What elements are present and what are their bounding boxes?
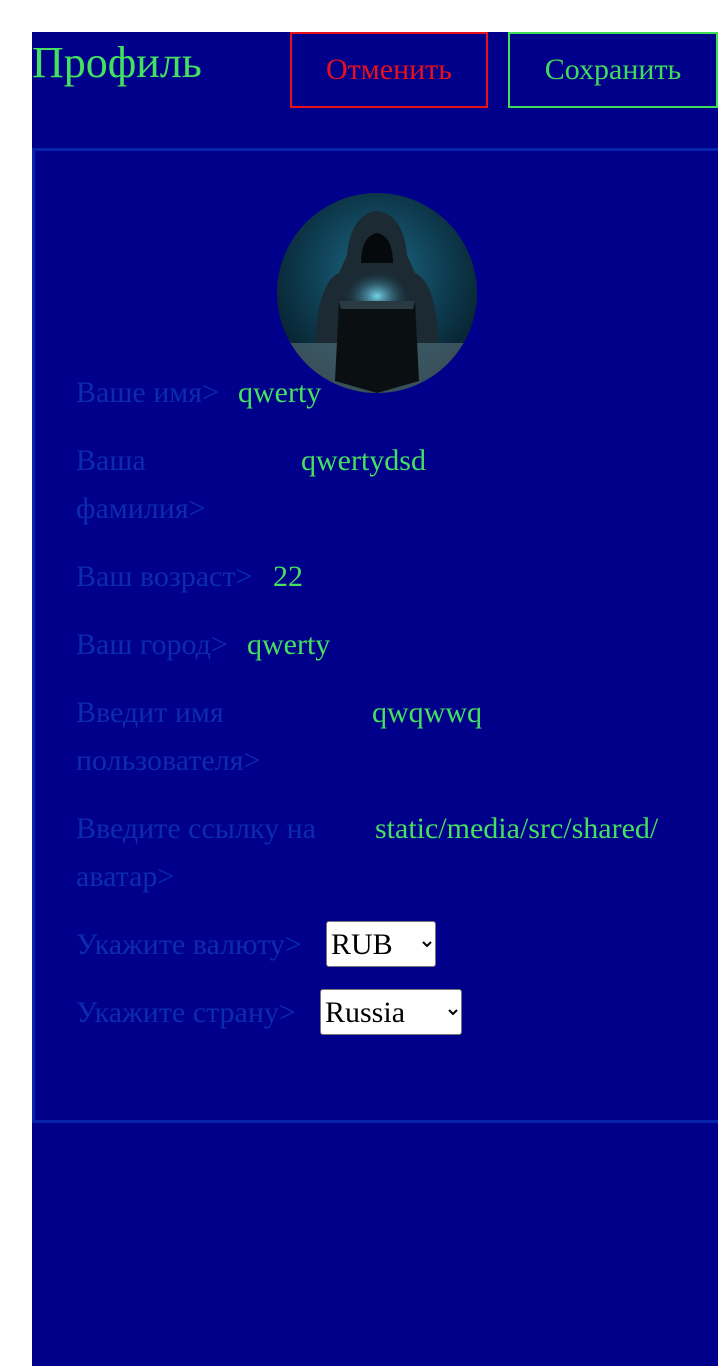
last-name-field[interactable]: qwertydsd xyxy=(301,437,426,485)
city-field[interactable]: qwerty xyxy=(247,621,330,669)
city-label: Ваш город> xyxy=(76,628,228,661)
last-name-label-line1: Ваша xyxy=(76,444,146,477)
avatar-url-field[interactable]: static/media/src/shared/ xyxy=(375,805,658,853)
currency-label: Укажите валюту> xyxy=(76,928,302,961)
age-field[interactable]: 22 xyxy=(273,553,303,601)
hooded-hacker-avatar-icon xyxy=(277,193,477,393)
username-field[interactable]: qwqwwq xyxy=(372,689,482,737)
cancel-button[interactable]: Отменить xyxy=(290,32,488,108)
page-title: Профиль xyxy=(32,38,202,87)
avatar-url-row: Введите ссылку на аватар> static/media/s… xyxy=(76,805,674,901)
currency-select[interactable]: RUB xyxy=(326,921,436,967)
profile-page: Профиль Отменить Сохранить Ваше имя> qwe… xyxy=(32,32,718,1366)
username-label-line2: пользователя> xyxy=(76,744,261,777)
avatar-url-label-line2: аватар> xyxy=(76,860,175,893)
avatar xyxy=(277,193,477,393)
profile-card: Ваше имя> qwerty Ваша фамилия> qwertydsd… xyxy=(32,148,718,1123)
age-label: Ваш возраст> xyxy=(76,560,253,593)
last-name-label-line2: фамилия> xyxy=(76,492,206,525)
username-label-line1: Введит имя xyxy=(76,696,224,729)
country-select[interactable]: Russia xyxy=(320,989,462,1035)
save-button[interactable]: Сохранить xyxy=(508,32,718,108)
avatar-url-label-line1: Введите ссылку на xyxy=(76,812,316,845)
country-label: Укажите страну> xyxy=(76,996,296,1029)
first-name-field[interactable]: qwerty xyxy=(238,369,321,417)
first-name-label: Ваше имя> xyxy=(76,376,219,409)
